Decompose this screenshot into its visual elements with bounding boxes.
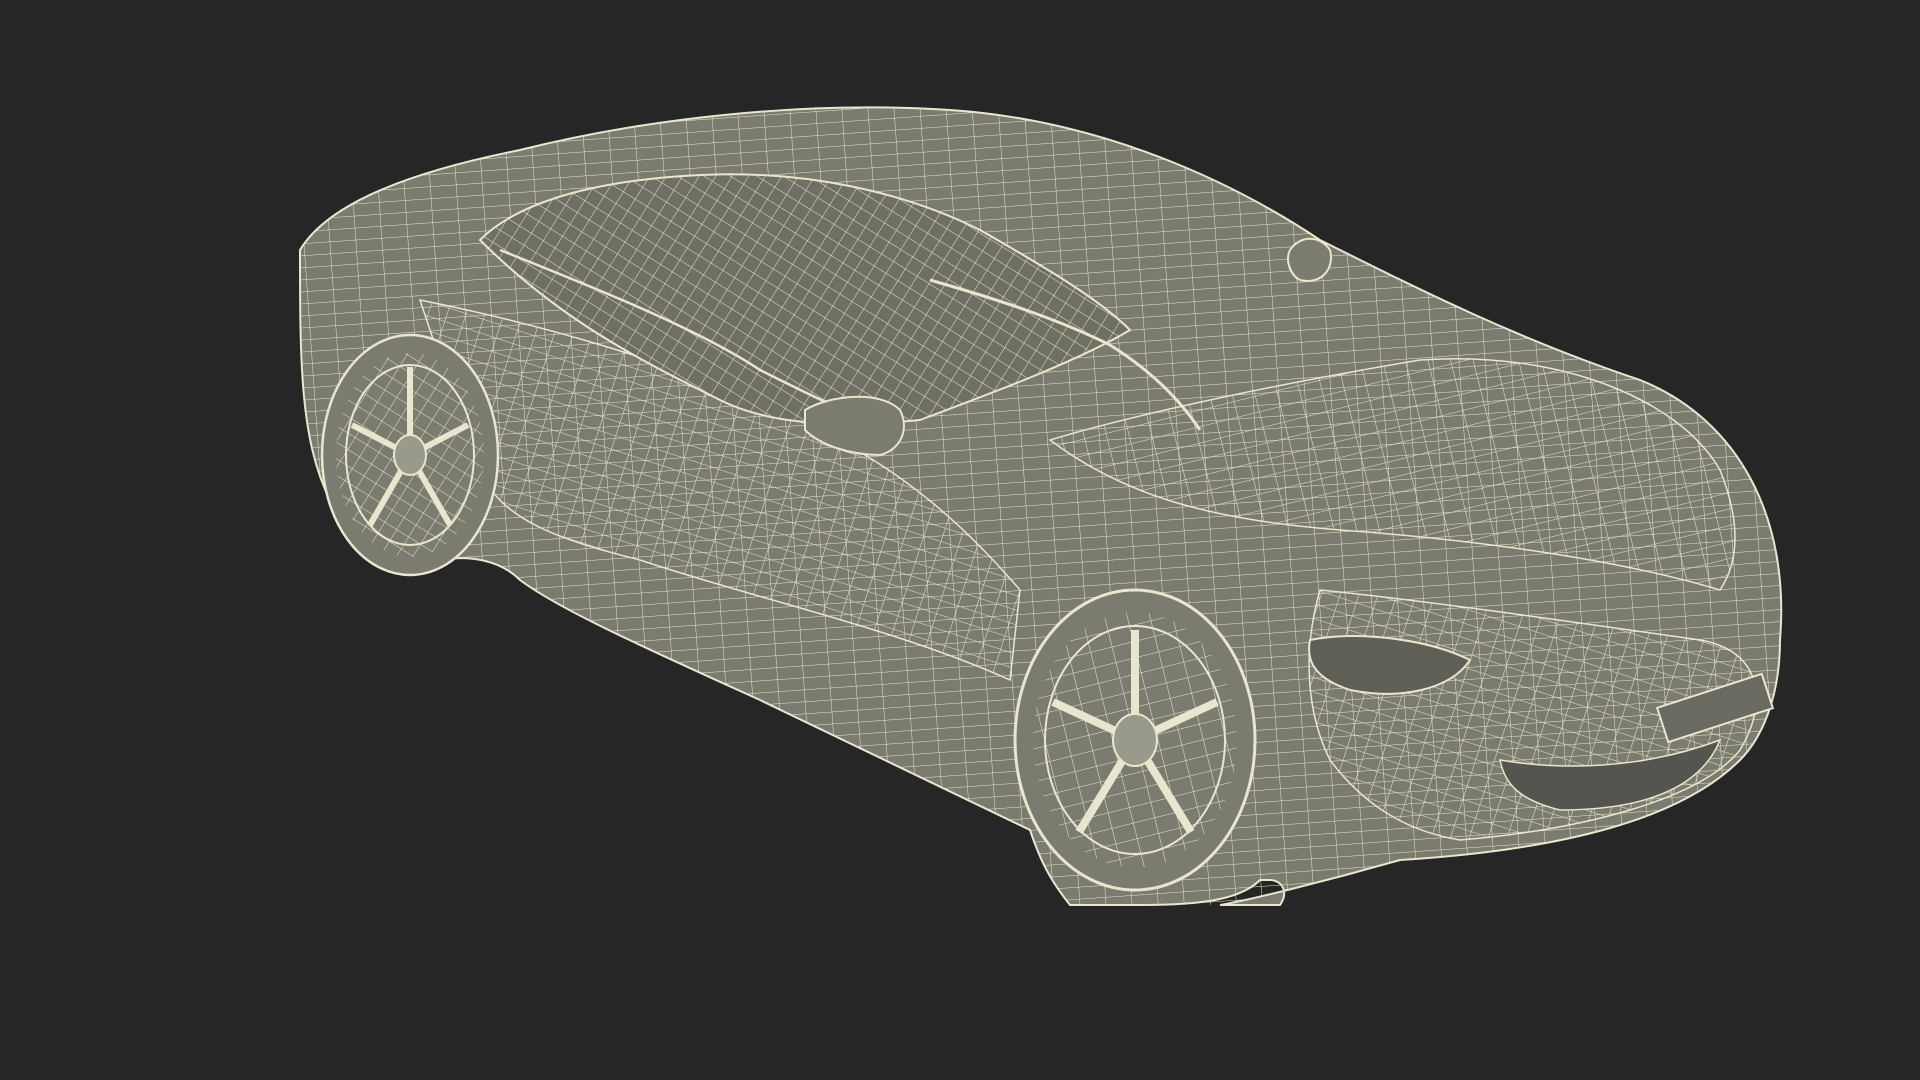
rear-hub — [393, 434, 427, 476]
front-hub — [1112, 713, 1158, 767]
side-mirror-left — [1287, 237, 1332, 282]
car-wireframe-render — [298, 106, 1783, 906]
front-wheel — [1013, 588, 1257, 892]
viewport[interactable] — [0, 0, 1920, 1080]
rear-wheel — [320, 333, 500, 577]
